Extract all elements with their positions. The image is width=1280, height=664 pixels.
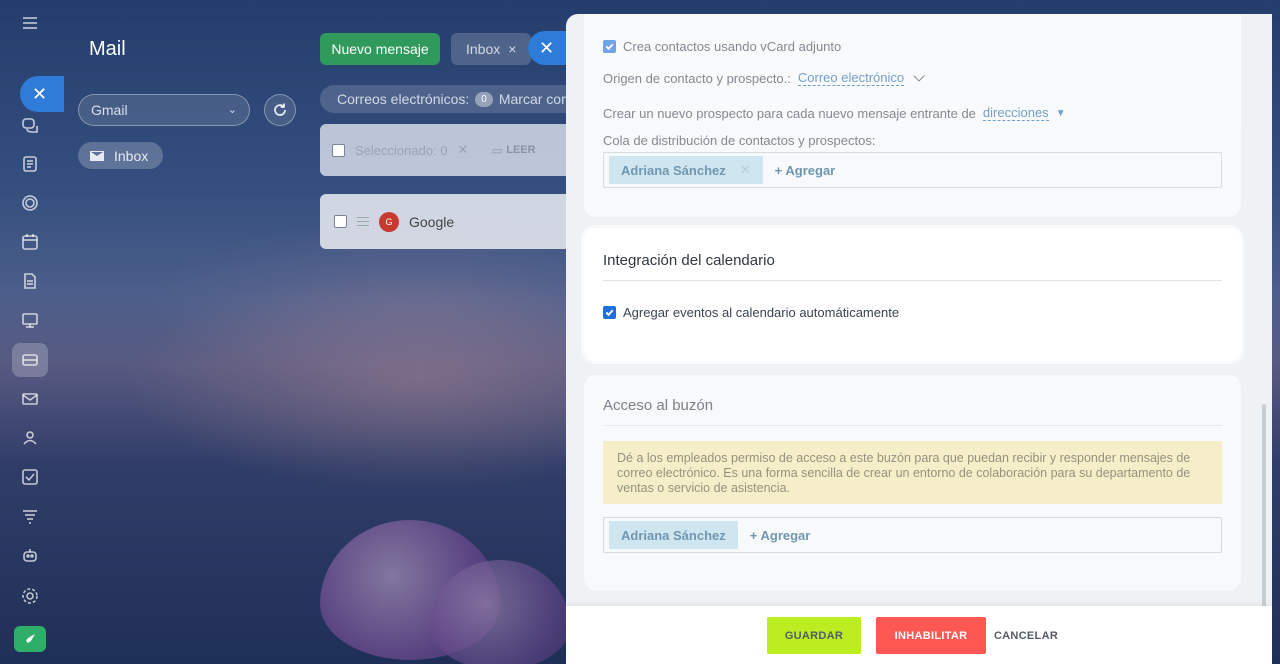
access-title: Acceso al buzón — [603, 397, 714, 414]
new-lead-dropdown[interactable]: direcciones — [982, 105, 1049, 121]
board-icon[interactable] — [15, 305, 45, 335]
panel-footer: GUARDAR INHABILITAR CANCELAR — [566, 606, 1272, 664]
selection-toolbar: Seleccionado: 0 ✕ | ▭ LEER — [320, 124, 570, 176]
new-lead-label: Crear un nuevo prospecto para cada nuevo… — [603, 105, 976, 121]
target-icon[interactable] — [15, 188, 45, 218]
chevron-down-icon[interactable] — [913, 70, 925, 82]
sender-name: Google — [409, 213, 455, 230]
vcard-option[interactable]: Crea contactos usando vCard adjunto — [603, 39, 841, 54]
refresh-button[interactable] — [264, 94, 296, 126]
new-lead-row: Crear un nuevo prospecto para cada nuevo… — [603, 105, 1066, 121]
close-icon[interactable]: ✕ — [458, 142, 469, 158]
remove-user-icon[interactable]: ✕ — [740, 162, 751, 178]
tasks-icon[interactable] — [15, 462, 45, 492]
refresh-icon — [274, 103, 286, 116]
caret-down-icon[interactable]: ▼ — [1056, 108, 1066, 119]
vcard-label: Crea contactos usando vCard adjunto — [623, 39, 842, 54]
mail-icon[interactable] — [15, 384, 45, 414]
list-item[interactable]: G Google — [320, 194, 570, 249]
cancel-button[interactable]: CANCELAR — [990, 617, 1062, 654]
email-counter-bar: Correos electrónicos: 0 Marcar cor — [320, 85, 570, 113]
close-icon[interactable]: × — [508, 41, 516, 57]
inbox-tab[interactable]: Inbox × — [451, 33, 531, 65]
disable-button[interactable]: INHABILITAR — [876, 617, 986, 654]
read-icon: ▭ — [491, 144, 503, 157]
selected-count: Seleccionado: 0 — [355, 142, 448, 158]
inbox-tray-icon[interactable] — [12, 343, 48, 377]
add-user-button[interactable]: + Agregar — [750, 528, 811, 543]
inbox-filter-label: Inbox — [114, 147, 149, 164]
auto-events-checkbox[interactable] — [603, 306, 616, 319]
mark-link[interactable]: Marcar cor — [499, 91, 566, 107]
mailbox-access-card: Acceso al buzón Dé a los empleados permi… — [584, 375, 1241, 590]
page-title: Mail — [89, 38, 126, 60]
calendar-integration-card: Integración del calendario Agregar event… — [584, 228, 1241, 361]
queue-user-selector[interactable]: Adriana Sánchez ✕ + Agregar — [603, 152, 1222, 188]
add-user-button[interactable]: + Agregar — [775, 163, 836, 178]
user-tag[interactable]: Adriana Sánchez — [609, 521, 738, 549]
emails-label: Correos electrónicos: — [337, 91, 470, 107]
auto-events-label: Agregar eventos al calendario automática… — [623, 305, 900, 320]
read-button[interactable]: ▭ LEER — [492, 144, 536, 157]
mailbox-select-value: Gmail — [91, 102, 128, 118]
origin-label: Origen de contacto y prospecto.: — [603, 70, 791, 86]
origin-dropdown[interactable]: Correo electrónico — [797, 70, 905, 86]
queue-label: Cola de distribución de contactos y pros… — [603, 133, 876, 148]
envelope-icon — [90, 150, 104, 161]
access-notice: Dé a los empleados permiso de acceso a e… — [603, 441, 1222, 504]
feed-icon[interactable] — [15, 149, 45, 179]
settings-gear-icon[interactable] — [15, 581, 45, 611]
chevron-down-icon: ⌄ — [227, 104, 237, 116]
drag-handle-icon[interactable] — [357, 217, 369, 226]
select-all-checkbox[interactable] — [332, 143, 345, 157]
queue-label-row: Cola de distribución de contactos y pros… — [603, 133, 875, 148]
user-tag[interactable]: Adriana Sánchez ✕ — [609, 156, 763, 184]
new-message-button[interactable]: Nuevo mensaje — [320, 33, 440, 65]
robot-icon[interactable] — [15, 540, 45, 570]
crm-settings-card: Crea contactos usando vCard adjunto Orig… — [584, 14, 1241, 217]
close-left-slider-button[interactable]: ✕ — [20, 76, 64, 112]
vcard-checkbox[interactable] — [603, 40, 616, 53]
filter-icon[interactable] — [15, 501, 45, 531]
divider — [603, 280, 1222, 281]
access-user-selector[interactable]: Adriana Sánchez + Agregar — [603, 517, 1222, 553]
user-tag-name: Adriana Sánchez — [621, 527, 726, 543]
mailbox-select[interactable]: Gmail ⌄ — [78, 94, 250, 126]
users-icon[interactable] — [15, 423, 45, 453]
user-tag-name: Adriana Sánchez — [621, 162, 726, 178]
save-button[interactable]: GUARDAR — [767, 617, 861, 654]
mailbox-settings-panel: Crea contactos usando vCard adjunto Orig… — [566, 14, 1272, 664]
left-rail: ✕ — [0, 0, 64, 664]
divider — [603, 425, 1222, 426]
calendar-icon[interactable] — [15, 227, 45, 257]
emails-count-badge: 0 — [475, 91, 493, 107]
inbox-filter-button[interactable]: Inbox — [78, 142, 163, 169]
menu-icon[interactable] — [15, 8, 45, 38]
auto-events-option[interactable]: Agregar eventos al calendario automática… — [603, 305, 899, 320]
document-icon[interactable] — [15, 266, 45, 296]
inbox-tab-label: Inbox — [466, 41, 501, 57]
row-checkbox[interactable] — [334, 215, 347, 228]
close-slider-button[interactable]: ✕ — [528, 31, 568, 65]
calendar-title: Integración del calendario — [603, 252, 775, 269]
avatar: G — [379, 211, 399, 232]
origin-row: Origen de contacto y prospecto.: Correo … — [603, 70, 925, 86]
chat-icon[interactable] — [15, 110, 45, 140]
rocket-icon[interactable] — [14, 626, 46, 652]
